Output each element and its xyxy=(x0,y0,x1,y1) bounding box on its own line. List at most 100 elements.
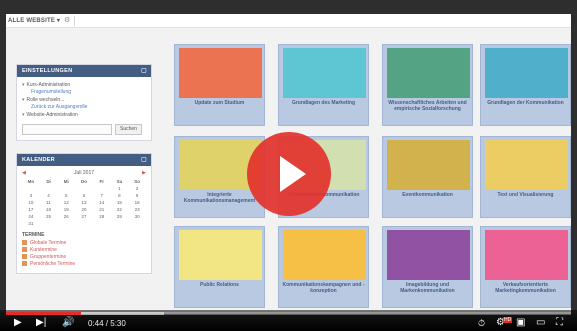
calendar-day[interactable]: 25 xyxy=(40,214,58,219)
time-display: 0:44 / 5:30 xyxy=(88,319,126,328)
event-color-icon xyxy=(22,254,27,260)
watch-later-icon[interactable]: ⏱ xyxy=(478,317,485,329)
course-tile[interactable]: Wissenschaftliches Arbeiten und empirisc… xyxy=(382,44,473,126)
expand-icon: ▾ xyxy=(22,82,25,88)
course-image xyxy=(485,140,568,190)
calendar-day[interactable]: 1 xyxy=(111,186,129,191)
calendar-day[interactable]: 11 xyxy=(40,200,58,205)
termine-item[interactable]: Kurstermine xyxy=(22,247,146,254)
course-tile[interactable]: Public Relations xyxy=(174,226,265,308)
settings-block-header: EINSTELLUNGEN ▢ xyxy=(17,65,151,77)
calendar-block: KALENDER ▢ ◀ Juli 2017 ▶ Mo Di Mi Do Fr Sa So 1… xyxy=(16,153,152,274)
calendar-day[interactable]: 26 xyxy=(57,214,75,219)
calendar-day[interactable]: 20 xyxy=(75,207,93,212)
calendar-day[interactable]: 18 xyxy=(40,207,58,212)
course-title: Integrierte Kommunikationsmanagement xyxy=(183,192,256,204)
calendar-title: KALENDER xyxy=(22,157,55,163)
course-tile[interactable]: Text und Visualisierung xyxy=(480,136,571,218)
settings-item[interactable]: ▾ Kurs-Administration xyxy=(22,81,146,89)
calendar-day[interactable]: 29 xyxy=(111,214,129,219)
settings-item-label: Rolle wechseln... xyxy=(26,97,65,103)
calendar-day xyxy=(93,186,111,191)
course-image xyxy=(179,48,262,98)
weekday-label: Fr xyxy=(99,179,104,184)
calendar-nav: ◀ Juli 2017 ▶ xyxy=(22,170,146,176)
weekday-label: Do xyxy=(80,179,87,184)
course-title: Wissenschaftliches Arbeiten und empirisc… xyxy=(388,100,467,112)
calendar-day xyxy=(22,186,40,191)
termine-item[interactable]: Globale Termine xyxy=(22,240,146,247)
course-image xyxy=(387,230,470,280)
course-image xyxy=(485,48,568,98)
calendar-day[interactable]: 6 xyxy=(75,193,93,198)
calendar-day[interactable]: 10 xyxy=(22,200,40,205)
fullscreen-icon[interactable]: ⛶ xyxy=(556,317,563,329)
settings-subitem[interactable]: Zurück zur Ausgangsrolle xyxy=(22,104,146,111)
calendar-day[interactable]: 21 xyxy=(93,207,111,212)
course-title: Kommunikationskampagnen und -konzeption xyxy=(282,282,365,294)
course-image xyxy=(387,140,470,190)
course-image xyxy=(179,230,262,280)
expand-icon: ▾ xyxy=(22,112,25,118)
settings-item[interactable]: ▾ Rolle wechseln... xyxy=(22,96,146,104)
termine-label: Persönliche Termine xyxy=(30,261,76,267)
settings-title: EINSTELLUNGEN xyxy=(22,68,73,74)
calendar-day[interactable]: 7 xyxy=(93,193,111,198)
weekday-label: Mi xyxy=(63,179,69,184)
calendar-day xyxy=(75,186,93,191)
calendar-day[interactable]: 14 xyxy=(93,200,111,205)
settings-body: ▾ Kurs-Administration Fragenumstellung ▾ Rol… xyxy=(17,77,151,140)
calendar-day xyxy=(40,186,58,191)
course-title: Eventkommunikation xyxy=(402,192,453,198)
next-icon[interactable]: ▶| xyxy=(36,317,46,329)
calendar-day[interactable]: 2 xyxy=(128,186,146,191)
theater-icon[interactable]: ▭ xyxy=(536,317,545,329)
calendar-day[interactable]: 15 xyxy=(111,200,129,205)
settings-subitem[interactable]: Fragenumstellung xyxy=(22,89,146,96)
course-title: Grundlagen des Marketing xyxy=(291,100,356,106)
event-color-icon xyxy=(22,261,27,267)
course-title: Update zum Studium xyxy=(194,100,245,106)
calendar-day[interactable]: 17 xyxy=(22,207,40,212)
calendar-day[interactable]: 4 xyxy=(40,193,58,198)
course-tile[interactable]: Verkaufsorientierte Marketingkommunikati… xyxy=(480,226,571,308)
course-tile[interactable]: Kommunikationskampagnen und -konzeption xyxy=(278,226,369,308)
miniplayer-icon[interactable]: ▣ xyxy=(516,317,525,329)
calendar-day[interactable]: 24 xyxy=(22,214,40,219)
calendar-day[interactable]: 19 xyxy=(57,207,75,212)
calendar-day[interactable]: 16 xyxy=(128,200,146,205)
video-player[interactable]: ALLE WEBSITE ▾ ⚙ EINSTELLUNGEN ▢ ▾ Kurs-A… xyxy=(0,0,577,331)
next-month-icon: ▶ xyxy=(142,170,146,176)
settings-item[interactable]: ▾ Website-Administration xyxy=(22,111,146,119)
calendar-day[interactable]: 27 xyxy=(75,214,93,219)
course-tile[interactable]: Grundlagen der Kommunikation xyxy=(480,44,571,126)
termine-item[interactable]: Gruppentermine xyxy=(22,254,146,261)
play-icon[interactable]: ▶ xyxy=(14,317,22,329)
settings-block: EINSTELLUNGEN ▢ ▾ Kurs-Administration Frag… xyxy=(16,64,152,141)
course-tile[interactable]: Imagebildung und Markenkommunikation xyxy=(382,226,473,308)
course-tile[interactable]: Update zum Studium xyxy=(174,44,265,126)
site-topbar: ALLE WEBSITE ▾ ⚙ xyxy=(6,14,571,28)
search-button: Suchen xyxy=(115,124,142,135)
volume-icon[interactable]: 🔊 xyxy=(62,317,74,329)
calendar-day[interactable]: 13 xyxy=(75,200,93,205)
calendar-day[interactable]: 23 xyxy=(128,207,146,212)
calendar-day[interactable]: 31 xyxy=(22,221,40,226)
calendar-day[interactable]: 22 xyxy=(111,207,129,212)
calendar-day[interactable]: 9 xyxy=(128,193,146,198)
calendar-day[interactable]: 3 xyxy=(22,193,40,198)
play-button[interactable] xyxy=(247,132,331,216)
calendar-day[interactable]: 28 xyxy=(93,214,111,219)
settings-item-label: Kurs-Administration xyxy=(26,82,71,88)
calendar-day[interactable]: 8 xyxy=(111,193,129,198)
course-image xyxy=(283,230,366,280)
course-tile[interactable]: Eventkommunikation xyxy=(382,136,473,218)
course-tile[interactable]: Grundlagen des Marketing xyxy=(278,44,369,126)
termine-item[interactable]: Persönliche Termine xyxy=(22,261,146,268)
hd-badge: HD xyxy=(503,317,513,323)
calendar-day[interactable]: 5 xyxy=(57,193,75,198)
calendar-day[interactable]: 12 xyxy=(57,200,75,205)
progress-bar[interactable] xyxy=(6,312,571,315)
calendar-day[interactable]: 30 xyxy=(128,214,146,219)
settings-item-label: Website-Administration xyxy=(26,112,78,118)
